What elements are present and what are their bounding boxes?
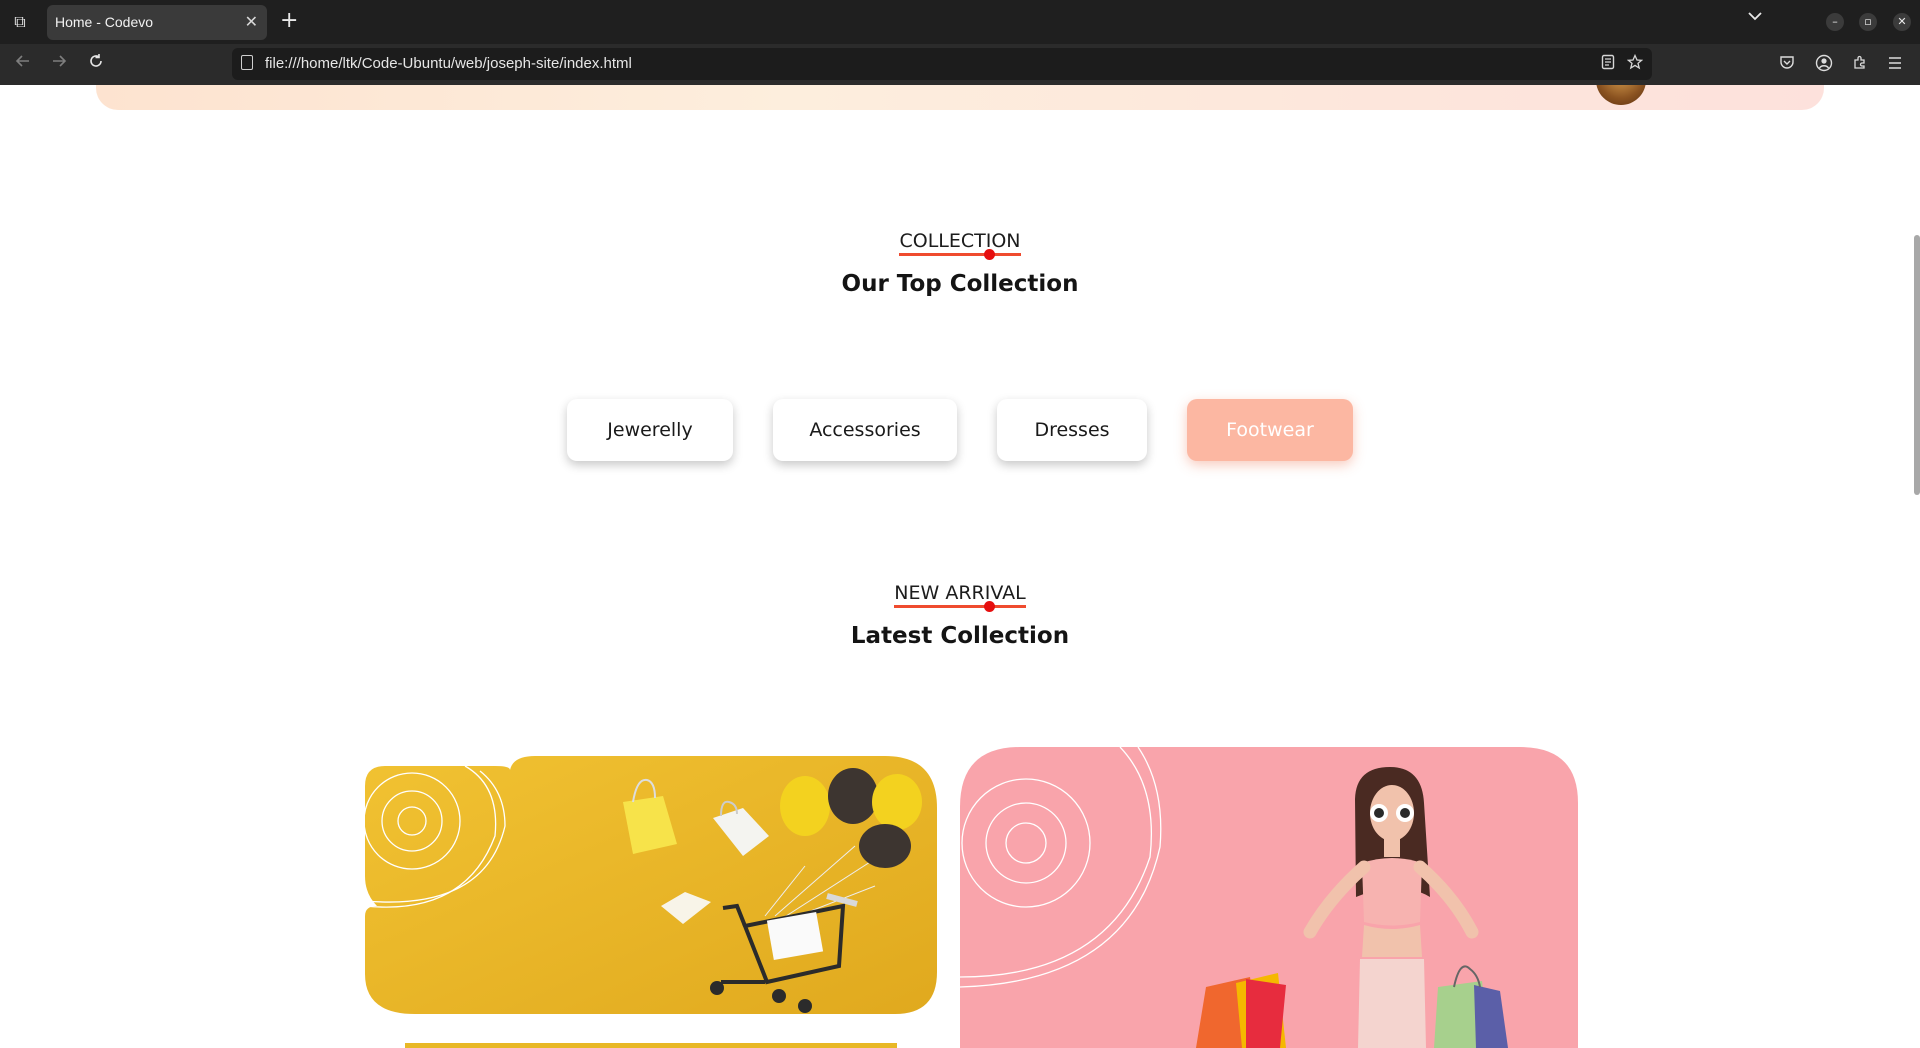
collection-tag: COLLECTION [0,230,1920,260]
tag-dot [983,249,995,260]
address-bar[interactable]: file:///home/ltk/Code-Ubuntu/web/joseph-… [232,48,1652,80]
close-window-button[interactable]: ✕ [1893,13,1911,31]
arrival-tag: NEW ARRIVAL [0,582,1920,612]
hero-banner-bottom [96,85,1824,110]
filter-dresses-button[interactable]: Dresses [997,399,1147,461]
browser-tab[interactable]: Home - Codevo ✕ [47,5,267,40]
shopping-card-yellow[interactable] [365,756,937,1024]
woman-shopping-image [960,747,1578,1048]
browser-tab-bar: ⧉ Home - Codevo ✕ + – ▫ ✕ [0,0,1920,44]
filter-footwear-button[interactable]: Footwear [1187,399,1353,461]
filter-accessories-button[interactable]: Accessories [773,399,957,461]
tag-underline [894,605,1026,608]
arrival-title: Latest Collection [850,623,1070,649]
new-tab-button[interactable]: + [280,8,298,34]
tag-underline [899,253,1021,256]
tab-close-icon[interactable]: ✕ [245,12,258,31]
reader-view-icon[interactable] [1598,54,1618,74]
minimize-button[interactable]: – [1826,13,1844,31]
restore-button[interactable]: ▫ [1859,13,1877,31]
shopping-illustration [365,756,937,1014]
tag-dot [983,601,995,612]
bookmark-star-icon[interactable] [1625,53,1645,74]
page-icon [241,55,253,70]
browser-toolbar: file:///home/ltk/Code-Ubuntu/web/joseph-… [0,44,1920,85]
url-text[interactable]: file:///home/ltk/Code-Ubuntu/web/joseph-… [265,55,632,72]
shopping-card-pink[interactable] [960,747,1580,1048]
collection-tag-text: COLLECTION [899,230,1021,252]
reload-button[interactable] [84,52,108,76]
extensions-icon[interactable] [1849,54,1871,76]
pocket-icon[interactable] [1776,54,1798,76]
page-viewport: COLLECTION Our Top Collection Jewerelly … [0,85,1920,1048]
tab-title: Home - Codevo [55,14,154,30]
forward-button[interactable] [47,52,71,76]
card-yellow-next-edge [405,1043,897,1048]
chevron-down-icon[interactable] [1747,10,1763,26]
filter-jewerelly-button[interactable]: Jewerelly [567,399,733,461]
back-button[interactable] [11,52,35,76]
account-icon[interactable] [1813,54,1835,76]
collection-title: Our Top Collection [841,271,1079,297]
tab-list-icon[interactable]: ⧉ [9,12,31,32]
menu-icon[interactable] [1884,54,1906,76]
arrival-tag-text: NEW ARRIVAL [894,582,1026,604]
